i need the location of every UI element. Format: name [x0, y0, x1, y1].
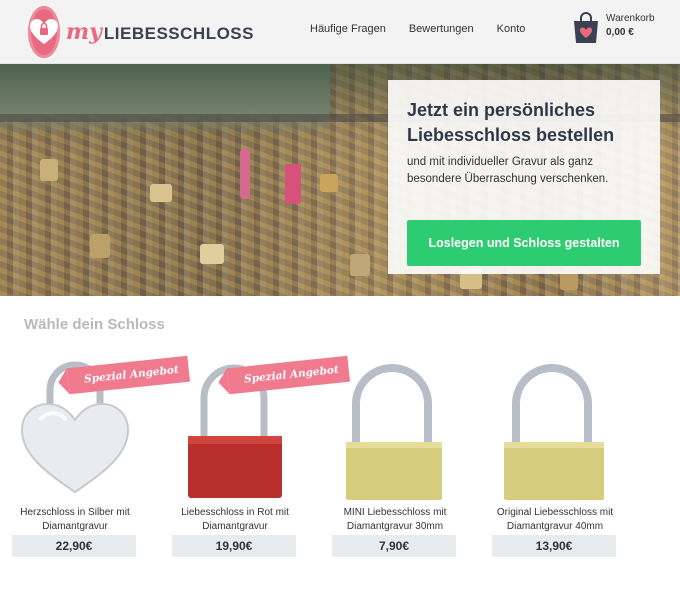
cart-total: 0,00 € [606, 27, 634, 38]
hero-lock-decoration [200, 244, 224, 264]
hero-lock-decoration [285, 164, 301, 204]
hero-banner: Jetzt ein persönliches Liebesschloss bes… [0, 64, 680, 296]
logo-prefix: my [65, 19, 102, 45]
product-price: 22,90€ [12, 535, 136, 557]
product-image[interactable] [480, 350, 630, 500]
site-logo[interactable]: my LIEBESSCHLOSS [28, 4, 254, 60]
hero-lock-decoration [560, 272, 578, 290]
product-card-mini-gold[interactable]: MINI Liebesschloss mit Diamantgravur 30m… [320, 350, 470, 560]
hero-river-background [0, 64, 330, 134]
hero-title: Jetzt ein persönliches Liebesschloss bes… [407, 100, 615, 145]
product-card-original-gold[interactable]: Original Liebesschloss mit Diamantgravur… [480, 350, 630, 560]
shopping-bag-icon [572, 12, 600, 44]
hero-panel: Jetzt ein persönliches Liebesschloss bes… [388, 80, 660, 274]
cart-button[interactable]: Warenkorb 0,00 € [572, 12, 655, 44]
main-nav: Häufige Fragen Bewertungen Konto [310, 23, 525, 35]
product-name[interactable]: Original Liebesschloss mit Diamantgravur… [480, 506, 630, 534]
logo-name: LIEBESSCHLOSS [103, 24, 254, 43]
nav-account-link[interactable]: Konto [497, 23, 526, 35]
hero-lock-decoration [150, 184, 172, 202]
product-name[interactable]: Liebesschloss in Rot mit Diamantgravur [160, 506, 310, 534]
product-price: 19,90€ [172, 535, 296, 557]
product-price: 7,90€ [332, 535, 456, 557]
hero-lock-decoration [40, 159, 58, 181]
product-name[interactable]: Herzschloss in Silber mit Diamantgravur [0, 506, 150, 534]
section-title: Wähle dein Schloss [24, 316, 165, 333]
hero-lock-decoration [240, 149, 250, 199]
hero-subtitle: und mit individueller Gravur als ganz be… [407, 156, 609, 185]
start-design-button[interactable]: Loslegen und Schloss gestalten [407, 220, 641, 266]
heart-lock-logo-icon [28, 6, 60, 58]
hero-lock-decoration [90, 234, 110, 258]
product-card-red[interactable]: Spezial Angebot Liebesschloss in Rot mit… [160, 350, 351, 560]
nav-reviews-link[interactable]: Bewertungen [409, 23, 474, 35]
hero-lock-decoration [320, 174, 338, 192]
product-image[interactable] [320, 350, 470, 500]
product-price: 13,90€ [492, 535, 616, 557]
nav-faq-link[interactable]: Häufige Fragen [310, 23, 386, 35]
cart-label: Warenkorb [606, 13, 655, 24]
page: my LIEBESSCHLOSS Häufige Fragen Bewertun… [0, 0, 680, 609]
hero-lock-decoration [350, 254, 370, 276]
product-name[interactable]: MINI Liebesschloss mit Diamantgravur 30m… [320, 506, 470, 534]
site-header: my LIEBESSCHLOSS Häufige Fragen Bewertun… [0, 0, 680, 64]
product-card-heart-silver[interactable]: Spezial Angebot Herzschloss in Silber mi… [0, 350, 191, 560]
